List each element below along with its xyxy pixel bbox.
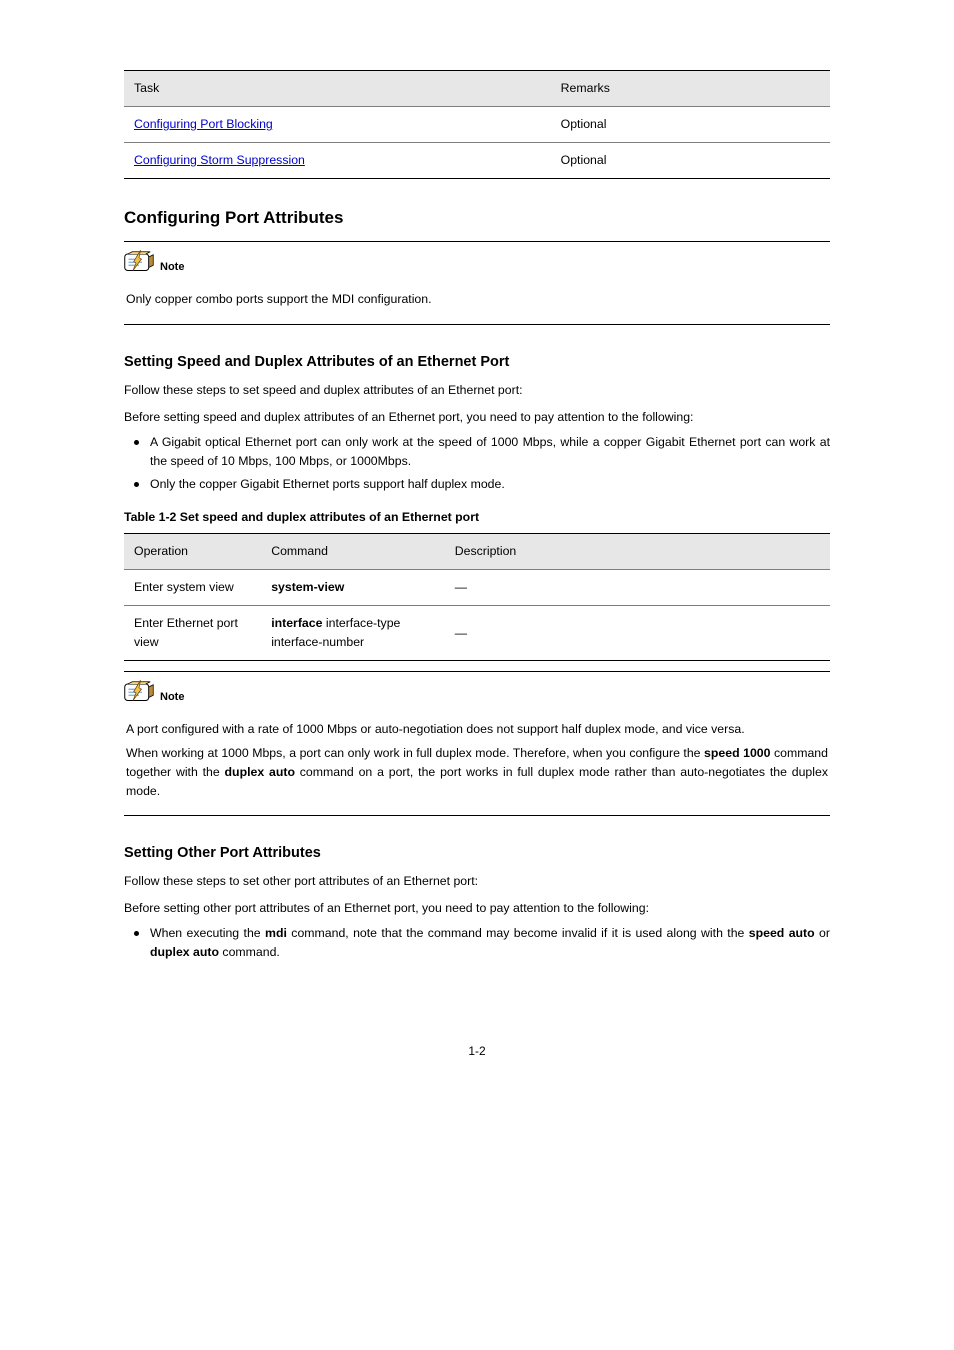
page-number: 1-2	[124, 1042, 830, 1061]
cell-operation: Enter system view	[124, 570, 265, 606]
cell-link: Configuring Port Blocking	[124, 107, 555, 143]
note-body: Only copper combo ports support the MDI …	[124, 282, 830, 323]
list-item: A Gigabit optical Ethernet port can only…	[124, 433, 830, 471]
note-icon	[124, 250, 154, 276]
subheading-other-port-attributes: Setting Other Port Attributes	[124, 842, 830, 864]
cell-command: interface interface-type interface-numbe…	[265, 606, 449, 661]
col-task: Task	[124, 71, 555, 107]
col-operation: Operation	[124, 534, 265, 570]
note-block-1: Note Only copper combo ports support the…	[124, 241, 830, 324]
list-item: Only the copper Gigabit Ethernet ports s…	[124, 475, 830, 494]
cell-description: —	[449, 606, 830, 661]
divider	[124, 324, 830, 325]
cell-command: system-view	[265, 570, 449, 606]
note-header: Note	[124, 242, 830, 282]
col-remarks: Remarks	[555, 71, 830, 107]
note-icon	[124, 680, 154, 706]
note-text: When working at 1000 Mbps, a port can on…	[126, 744, 828, 801]
table-row: Configuring Storm Suppression Optional	[124, 143, 830, 179]
note-label: Note	[160, 259, 184, 276]
table-row: Configuring Port Blocking Optional	[124, 107, 830, 143]
link-configuring-port-blocking[interactable]: Configuring Port Blocking	[134, 117, 273, 131]
table-caption: Table 1-2 Set speed and duplex attribute…	[124, 508, 830, 527]
link-configuring-storm-suppression[interactable]: Configuring Storm Suppression	[134, 153, 305, 167]
table-task-remarks: Task Remarks Configuring Port Blocking O…	[124, 70, 830, 179]
list-item: When executing the mdi command, note tha…	[124, 924, 830, 962]
page: Task Remarks Configuring Port Blocking O…	[0, 0, 954, 1121]
table-header-row: Task Remarks	[124, 71, 830, 107]
subheading-speed-duplex: Setting Speed and Duplex Attributes of a…	[124, 351, 830, 373]
paragraph: Follow these steps to set speed and dupl…	[124, 381, 830, 400]
table-row: Enter system view system-view —	[124, 570, 830, 606]
table-operation-command: Operation Command Description Enter syst…	[124, 533, 830, 661]
col-description: Description	[449, 534, 830, 570]
table-row: Enter Ethernet port view interface inter…	[124, 606, 830, 661]
cell-remarks: Optional	[555, 143, 830, 179]
note-block-2: Note A port configured with a rate of 10…	[124, 671, 830, 815]
paragraph: Before setting other port attributes of …	[124, 899, 830, 918]
note-header: Note	[124, 672, 830, 712]
table-header-row: Operation Command Description	[124, 534, 830, 570]
heading-configuring-port-attributes: Configuring Port Attributes	[124, 205, 830, 231]
paragraph: Follow these steps to set other port att…	[124, 872, 830, 891]
cell-link: Configuring Storm Suppression	[124, 143, 555, 179]
cell-remarks: Optional	[555, 107, 830, 143]
note-text: A port configured with a rate of 1000 Mb…	[126, 720, 828, 739]
divider	[124, 815, 830, 816]
col-command: Command	[265, 534, 449, 570]
bullet-list: A Gigabit optical Ethernet port can only…	[124, 433, 830, 494]
cell-description: —	[449, 570, 830, 606]
note-label: Note	[160, 689, 184, 706]
paragraph: Before setting speed and duplex attribut…	[124, 408, 830, 427]
note-text: Only copper combo ports support the MDI …	[126, 290, 828, 309]
cell-operation: Enter Ethernet port view	[124, 606, 265, 661]
bullet-list: When executing the mdi command, note tha…	[124, 924, 830, 962]
note-body: A port configured with a rate of 1000 Mb…	[124, 712, 830, 814]
